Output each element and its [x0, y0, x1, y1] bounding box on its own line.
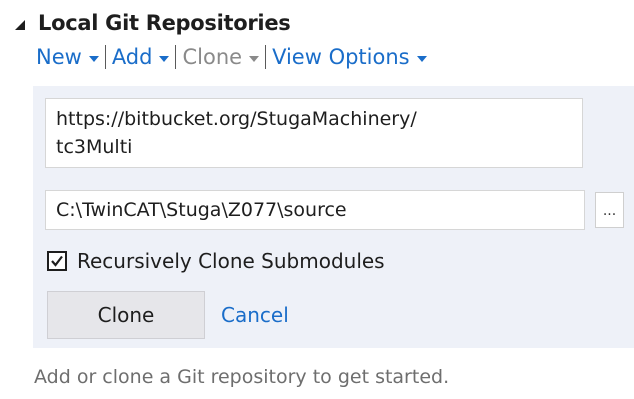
toolbar-separator: [104, 45, 106, 69]
chevron-down-icon: [159, 55, 170, 62]
clone-panel: https://bitbucket.org/StugaMachinery/ tc…: [33, 86, 634, 348]
new-dropdown[interactable]: New: [36, 45, 99, 69]
view-options-label: View Options: [272, 45, 410, 69]
cancel-link[interactable]: Cancel: [221, 301, 289, 329]
add-label: Add: [111, 45, 153, 69]
clone-dropdown[interactable]: Clone: [182, 45, 260, 69]
recursive-clone-option[interactable]: Recursively Clone Submodules: [47, 246, 385, 276]
add-dropdown[interactable]: Add: [112, 45, 170, 69]
chevron-down-icon: [88, 55, 99, 62]
toolbar-separator: [175, 45, 177, 69]
toolbar-separator: [265, 45, 267, 69]
repository-url-input[interactable]: https://bitbucket.org/StugaMachinery/ tc…: [45, 98, 583, 168]
getting-started-hint: Add or clone a Git repository to get sta…: [34, 366, 450, 388]
clone-button[interactable]: Clone: [47, 291, 205, 339]
clone-label: Clone: [182, 45, 243, 69]
chevron-down-icon: [416, 55, 427, 62]
toolbar: New Add Clone View Options: [36, 42, 427, 72]
recursive-clone-label: Recursively Clone Submodules: [77, 249, 385, 273]
team-explorer-git-pane: Local Git Repositories New Add Clone Vie…: [0, 0, 634, 399]
view-options-dropdown[interactable]: View Options: [272, 45, 427, 69]
new-label: New: [36, 45, 82, 69]
collapse-triangle-icon[interactable]: [12, 17, 28, 33]
recursive-clone-checkbox[interactable]: [47, 251, 67, 271]
chevron-down-icon: [249, 55, 260, 62]
section-header[interactable]: Local Git Repositories: [12, 6, 291, 40]
section-title: Local Git Repositories: [38, 11, 291, 35]
checkmark-icon: [51, 255, 63, 267]
browse-button[interactable]: ...: [595, 192, 624, 228]
local-path-input[interactable]: C:\TwinCAT\Stuga\Z077\source: [45, 190, 585, 230]
